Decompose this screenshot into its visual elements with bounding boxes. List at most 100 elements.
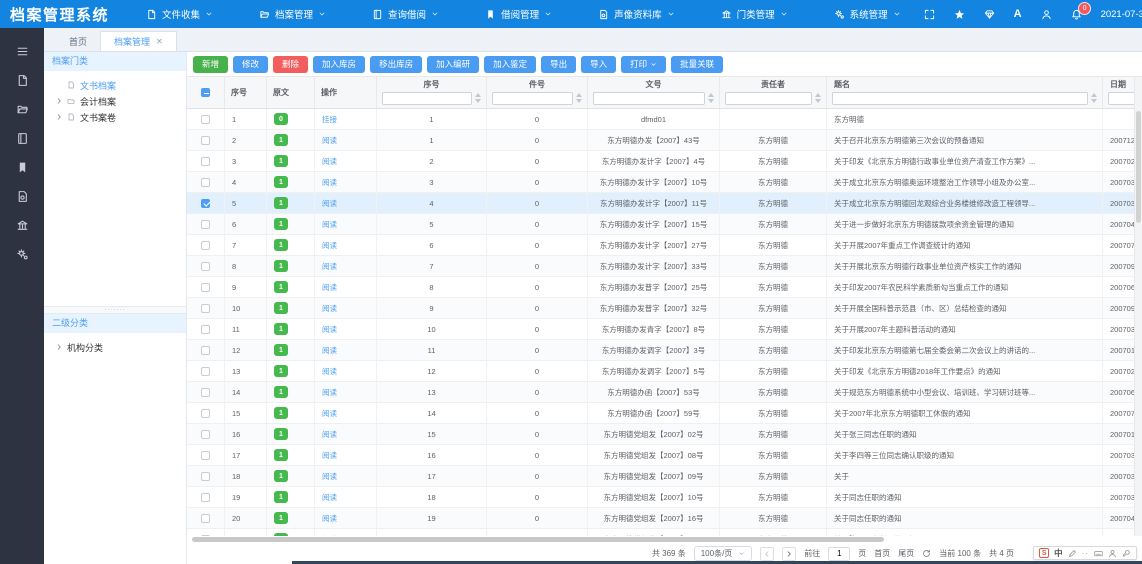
- menu-item-门类管理[interactable]: 门类管理: [698, 0, 811, 28]
- sidebar-archive-manage-icon[interactable]: [0, 95, 44, 124]
- first-page-link[interactable]: 首页: [874, 548, 890, 559]
- action-link[interactable]: 阅读: [322, 135, 337, 146]
- vertical-scrollbar[interactable]: [1134, 77, 1142, 536]
- table-row[interactable]: 131阅读120东方明德办发调字【2007】5号东方明德关于印发《北京东方明德2…: [187, 361, 1142, 382]
- table-row[interactable]: 101阅读90东方明德办发普字【2007】32号东方明德关于开展全国科普示范县（…: [187, 298, 1142, 319]
- font-size-icon[interactable]: A: [1014, 8, 1022, 20]
- action-link[interactable]: 挂接: [322, 114, 337, 125]
- toolbar-button-加入鉴定[interactable]: 加入鉴定: [484, 56, 536, 73]
- table-row[interactable]: 51阅读40东方明德办发计字【2007】11号东方明德关于成立北京东方明德回龙观…: [187, 193, 1142, 214]
- action-link[interactable]: 阅读: [322, 240, 337, 251]
- toolbar-button-导入[interactable]: 导入: [581, 56, 616, 73]
- action-link[interactable]: 阅读: [322, 366, 337, 377]
- ime-more-dots[interactable]: ··: [1082, 549, 1089, 558]
- table-row[interactable]: 151阅读140东方明德办函【2007】59号东方明德关于2007年北京东方明德…: [187, 403, 1142, 424]
- row-checkbox[interactable]: [201, 367, 210, 376]
- action-link[interactable]: 阅读: [322, 345, 337, 356]
- table-row[interactable]: 211阅读200东方明德党组发【2007】18号东方明德关于陈三同志任职的通知2…: [187, 529, 1142, 536]
- toolbar-button-导出[interactable]: 导出: [541, 56, 576, 73]
- panel-splitter[interactable]: ·······: [44, 306, 186, 314]
- table-row[interactable]: 61阅读50东方明德办发计字【2007】15号东方明德关于进一步做好北京东方明德…: [187, 214, 1142, 235]
- row-checkbox[interactable]: [201, 409, 210, 418]
- table-row[interactable]: 10挂接10dfmd01东方明德: [187, 109, 1142, 130]
- ime-logo-icon[interactable]: S: [1039, 548, 1049, 558]
- table-row[interactable]: 161阅读150东方明德党组发【2007】02号东方明德关于张三同志任职的通知2…: [187, 424, 1142, 445]
- sort-seq-control[interactable]: [475, 93, 481, 103]
- action-link[interactable]: 阅读: [322, 387, 337, 398]
- table-row[interactable]: 191阅读180东方明德党组发【2007】10号东方明德关于同志任职的通知200…: [187, 487, 1142, 508]
- action-link[interactable]: 阅读: [322, 408, 337, 419]
- row-checkbox[interactable]: [201, 430, 210, 439]
- toolbar-button-加入编研[interactable]: 加入编研: [427, 56, 479, 73]
- sidebar-system-manage-icon[interactable]: [0, 240, 44, 269]
- action-link[interactable]: 阅读: [322, 156, 337, 167]
- gem-icon[interactable]: [984, 9, 995, 20]
- row-checkbox[interactable]: [201, 283, 210, 292]
- tree-item-机构分类[interactable]: 机构分类: [44, 339, 186, 355]
- table-row[interactable]: 171阅读160东方明德党组发【2007】08号东方明德关于李四等三位同志确认职…: [187, 445, 1142, 466]
- table-row[interactable]: 121阅读110东方明德办发调字【2007】3号东方明德关于印发北京东方明德第七…: [187, 340, 1142, 361]
- row-checkbox[interactable]: [201, 136, 210, 145]
- action-link[interactable]: 阅读: [322, 198, 337, 209]
- menu-item-文件收集[interactable]: 文件收集: [123, 0, 236, 28]
- table-row[interactable]: 91阅读80东方明德办发普字【2007】25号东方明德关于印发2007年农民科学…: [187, 277, 1142, 298]
- ime-pen-icon[interactable]: [1068, 549, 1077, 558]
- ime-language-mode[interactable]: 中: [1054, 547, 1063, 559]
- filter-seq-input[interactable]: [382, 92, 472, 105]
- sort-resp-control[interactable]: [815, 93, 821, 103]
- row-checkbox[interactable]: [201, 325, 210, 334]
- last-page-link[interactable]: 尾页: [898, 548, 914, 559]
- action-link[interactable]: 阅读: [322, 303, 337, 314]
- table-row[interactable]: 201阅读190东方明德党组发【2007】16号东方明德关于同志任职的通知200…: [187, 508, 1142, 529]
- action-link[interactable]: 阅读: [322, 177, 337, 188]
- action-link[interactable]: 阅读: [322, 429, 337, 440]
- menu-item-系统管理[interactable]: 系统管理: [811, 0, 924, 28]
- tree-item-文书案卷[interactable]: 文书案卷: [44, 109, 186, 125]
- sidebar-category-manage-icon[interactable]: [0, 211, 44, 240]
- row-checkbox[interactable]: [201, 493, 210, 502]
- sidebar-borrow-manage-icon[interactable]: [0, 153, 44, 182]
- close-icon[interactable]: ✕: [156, 38, 163, 46]
- table-row[interactable]: 41阅读30东方明德办发计字【2007】10号东方明德关于成立北京东方明德奥运环…: [187, 172, 1142, 193]
- table-row[interactable]: 141阅读130东方明德办函【2007】53号东方明德关于规范东方明德系统中小型…: [187, 382, 1142, 403]
- sidebar-query-borrow-icon[interactable]: [0, 124, 44, 153]
- action-link[interactable]: 阅读: [322, 261, 337, 272]
- sidebar-av-library-icon[interactable]: [0, 182, 44, 211]
- toolbar-button-批量关联[interactable]: 批量关联: [671, 56, 723, 73]
- row-checkbox[interactable]: [201, 220, 210, 229]
- ime-keyboard-icon[interactable]: [1094, 549, 1103, 558]
- sort-title-control[interactable]: [1091, 93, 1097, 103]
- action-link[interactable]: 阅读: [322, 513, 337, 524]
- row-checkbox[interactable]: [201, 178, 210, 187]
- row-checkbox[interactable]: [201, 199, 210, 208]
- menu-item-借阅管理[interactable]: 借阅管理: [462, 0, 575, 28]
- toolbar-button-打印[interactable]: 打印: [621, 56, 666, 73]
- fullscreen-icon[interactable]: [924, 9, 935, 20]
- row-checkbox[interactable]: [201, 514, 210, 523]
- horizontal-scrollbar-thumb[interactable]: [192, 537, 884, 542]
- goto-page-input[interactable]: [828, 547, 850, 561]
- sort-docno-control[interactable]: [708, 93, 714, 103]
- table-row[interactable]: 71阅读60东方明德办发计字【2007】27号东方明德关于开展2007年重点工作…: [187, 235, 1142, 256]
- tab-档案管理[interactable]: 档案管理✕: [100, 31, 177, 51]
- toolbar-button-移出库房[interactable]: 移出库房: [370, 56, 422, 73]
- filter-item-input[interactable]: [492, 92, 573, 105]
- action-link[interactable]: 阅读: [322, 282, 337, 293]
- row-checkbox[interactable]: [201, 115, 210, 124]
- notification-bell[interactable]: 0: [1071, 9, 1082, 20]
- tree-item-文书档案[interactable]: 文书档案: [44, 77, 186, 93]
- menu-item-声像资料库[interactable]: 声像资料库: [575, 0, 698, 28]
- action-link[interactable]: 阅读: [322, 450, 337, 461]
- user-icon[interactable]: [1041, 9, 1052, 20]
- toolbar-button-修改[interactable]: 修改: [233, 56, 268, 73]
- filter-title-input[interactable]: [832, 92, 1088, 105]
- toolbar-button-删除[interactable]: 删除: [273, 56, 308, 73]
- next-page-button[interactable]: [782, 547, 796, 561]
- filter-docno-input[interactable]: [593, 92, 705, 105]
- table-row[interactable]: 181阅读170东方明德党组发【2007】09号东方明德关于20070322: [187, 466, 1142, 487]
- action-link[interactable]: 阅读: [322, 324, 337, 335]
- toolbar-button-加入库房[interactable]: 加入库房: [313, 56, 365, 73]
- toolbar-button-新增[interactable]: 新增: [193, 56, 228, 73]
- ime-user-icon[interactable]: [1108, 549, 1117, 558]
- menu-item-档案管理[interactable]: 档案管理: [236, 0, 349, 28]
